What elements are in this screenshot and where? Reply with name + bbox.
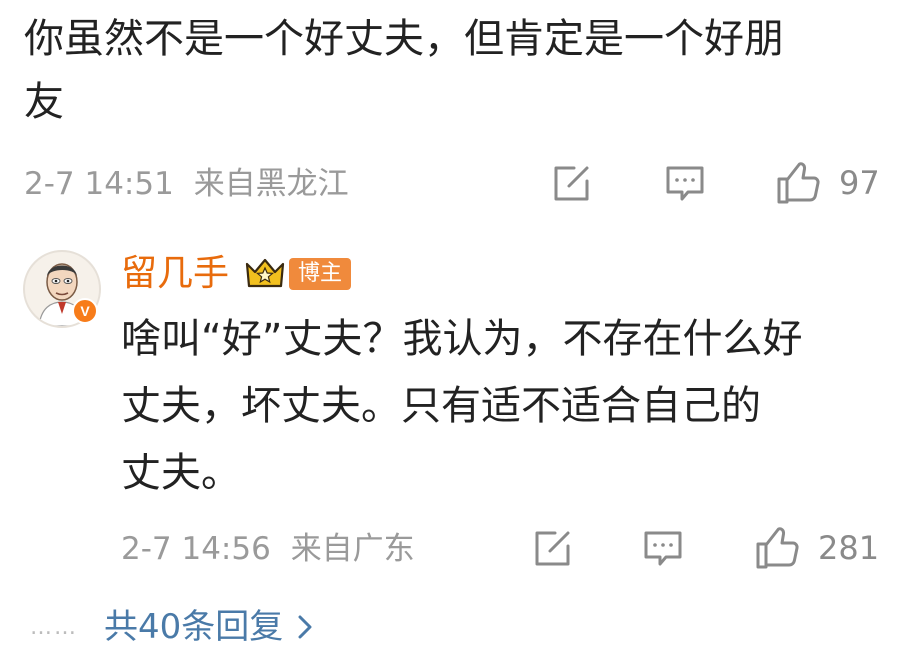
share-button[interactable]: [550, 163, 592, 205]
comment-text: 你虽然不是一个好丈夫，但肯定是一个好朋 友: [24, 8, 904, 134]
comment-line: 你虽然不是一个好丈夫，但肯定是一个好朋: [24, 16, 784, 62]
like-count: 97: [839, 164, 880, 202]
reply-like-button[interactable]: 281: [754, 525, 879, 571]
reply-header: 留几手 博主: [121, 252, 352, 296]
reply-share-button[interactable]: [531, 528, 573, 570]
verified-badge-icon: V: [72, 298, 98, 324]
reply-line: 丈夫。: [121, 450, 241, 496]
blogger-badge: 博主: [289, 258, 352, 290]
reply-like-count: 281: [818, 529, 880, 567]
chevron-right-icon: [297, 614, 313, 640]
comment-timestamp: 2-7 14:51: [24, 166, 174, 202]
comment-icon: [642, 529, 684, 569]
separator-dots: ……: [30, 614, 78, 640]
reply-comment-button[interactable]: [642, 529, 684, 569]
like-button[interactable]: 97: [775, 160, 880, 206]
share-icon: [550, 163, 592, 205]
comment-meta: 2-7 14:51 来自黑龙江: [24, 164, 349, 204]
comment-location: 来自黑龙江: [193, 166, 349, 202]
reply-text: 啥叫“好”丈夫？我认为，不存在什么好 丈夫，坏丈夫。只有适不适合自己的 丈夫。: [121, 306, 901, 507]
reply-location: 来自广东: [290, 531, 415, 567]
reply-username[interactable]: 留几手: [121, 252, 229, 296]
view-replies-label: 共40条回复: [104, 607, 284, 647]
comment-button[interactable]: [664, 164, 706, 204]
reply-line: 啥叫“好”丈夫？我认为，不存在什么好: [121, 316, 803, 362]
reply-meta: 2-7 14:56 来自广东: [121, 529, 415, 569]
view-replies-link[interactable]: 共40条回复: [104, 605, 313, 649]
comment-line: 友: [24, 79, 64, 125]
crown-icon: [243, 256, 287, 292]
comment-icon: [664, 164, 706, 204]
replies-row: …… 共40条回复: [30, 605, 313, 649]
reply-line: 丈夫，坏丈夫。只有适不适合自己的: [121, 383, 761, 429]
reply-timestamp: 2-7 14:56: [121, 531, 271, 567]
like-icon: [754, 525, 800, 571]
share-icon: [531, 528, 573, 570]
like-icon: [775, 160, 821, 206]
